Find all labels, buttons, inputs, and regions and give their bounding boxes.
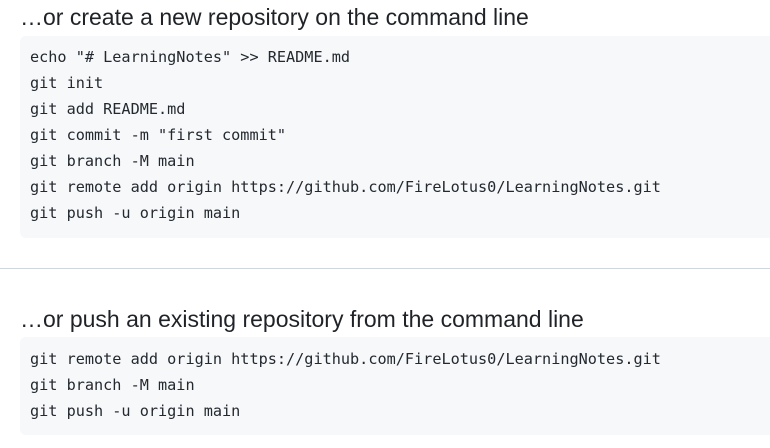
code-line[interactable]: git add README.md [30,96,770,122]
create-repo-section: …or create a new repository on the comma… [0,0,770,238]
code-line[interactable]: git commit -m "first commit" [30,122,770,148]
section-divider [0,268,770,269]
code-line[interactable]: git branch -M main [30,148,770,174]
code-line[interactable]: git push -u origin main [30,200,770,226]
code-line[interactable]: git init [30,70,770,96]
code-line[interactable]: git remote add origin https://github.com… [30,346,770,372]
push-repo-section: …or push an existing repository from the… [0,302,770,435]
code-line[interactable]: git push -u origin main [30,398,770,424]
code-line[interactable]: git branch -M main [30,372,770,398]
code-line[interactable]: git remote add origin https://github.com… [30,174,770,200]
push-repo-heading: …or push an existing repository from the… [20,306,584,332]
push-repo-code-block[interactable]: git remote add origin https://github.com… [20,337,770,435]
code-line[interactable]: echo "# LearningNotes" >> README.md [30,44,770,70]
create-repo-code-block[interactable]: echo "# LearningNotes" >> README.md git … [20,36,770,238]
create-repo-heading: …or create a new repository on the comma… [20,4,529,30]
